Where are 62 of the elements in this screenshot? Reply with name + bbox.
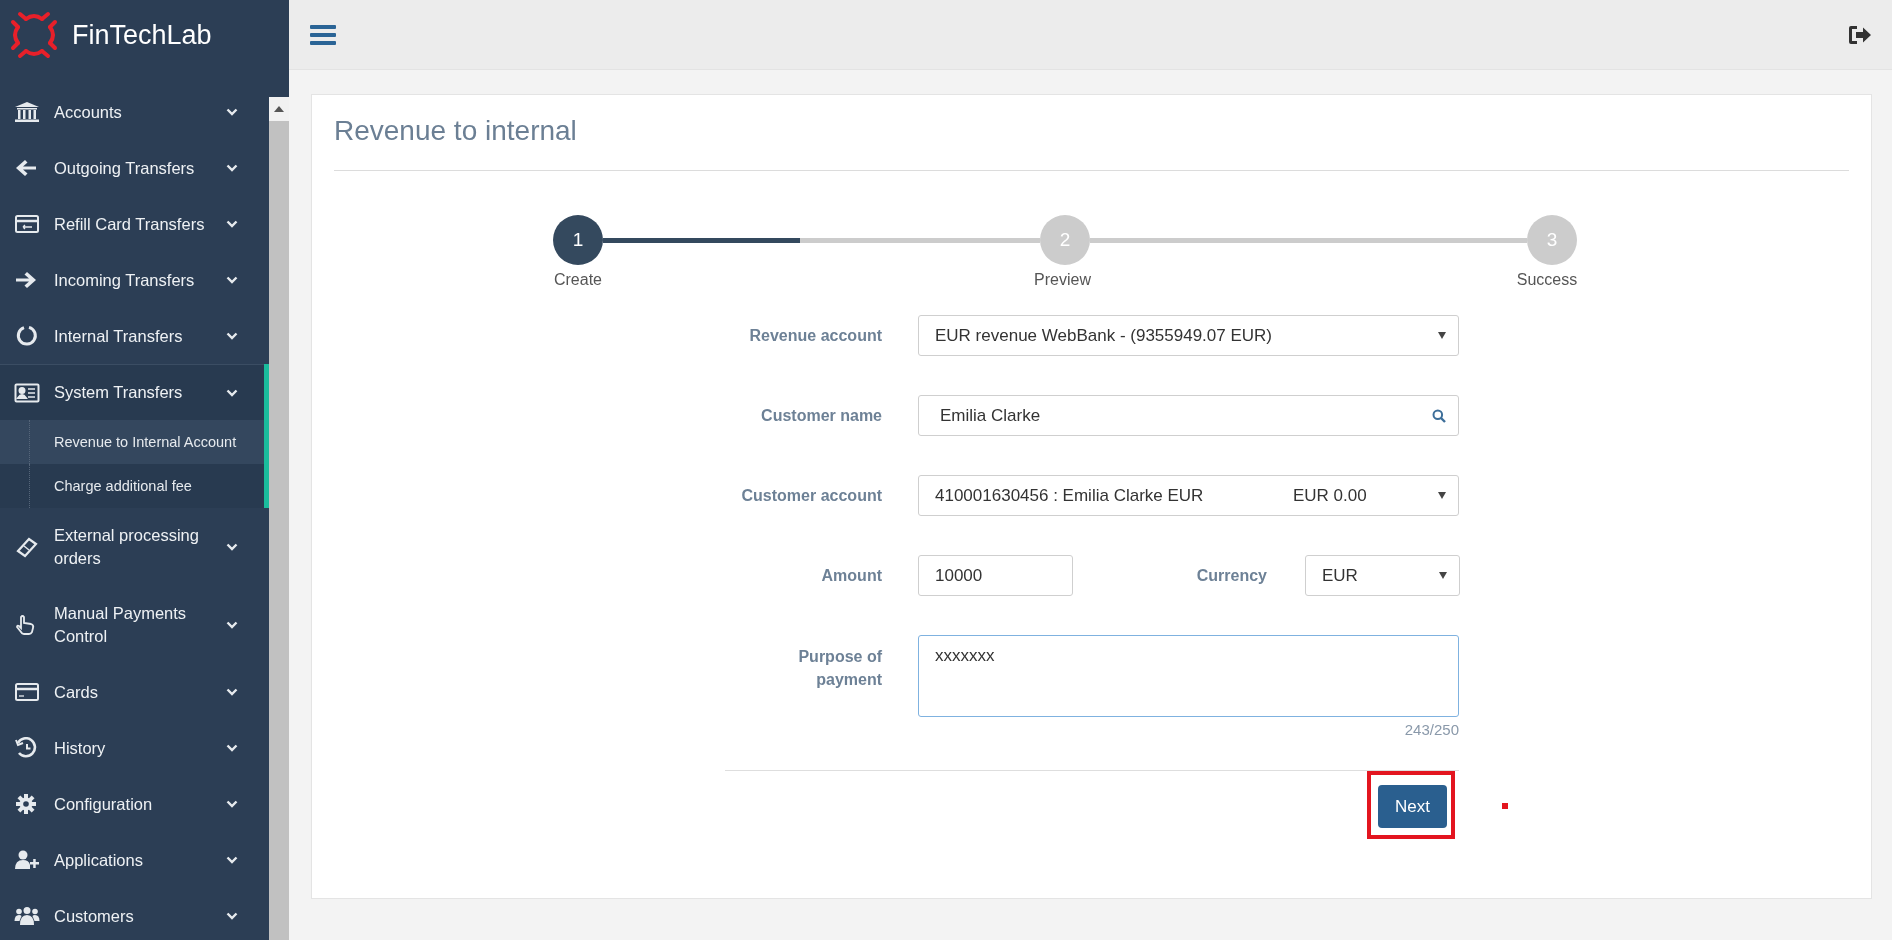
- logout-icon[interactable]: [1848, 24, 1872, 45]
- scroll-up-icon[interactable]: [274, 106, 284, 112]
- field-label: Customer account: [740, 486, 882, 505]
- caret-icon: [1438, 332, 1446, 339]
- character-counter: 243/250: [1403, 721, 1459, 738]
- sidebar-item[interactable]: Customers: [0, 888, 269, 940]
- page-title: Revenue to internal: [334, 114, 578, 148]
- chevron-down-icon: [226, 108, 238, 116]
- chevron-down-icon: [226, 912, 238, 920]
- sidebar-item[interactable]: Refill Card Transfers: [0, 196, 269, 252]
- select-field[interactable]: 410001630456 : Emilia Clarke EUR EUR 0.00: [918, 475, 1459, 516]
- chevron-down-icon: [226, 621, 238, 629]
- users-icon: [14, 905, 40, 927]
- id-card-icon: [14, 381, 40, 404]
- step-label: Preview: [1033, 271, 1092, 289]
- chevron-down-icon: [226, 800, 238, 808]
- field-label: Amount: [820, 566, 882, 585]
- caret-icon: [1438, 492, 1446, 499]
- caret-icon: [1439, 572, 1447, 579]
- currency-select[interactable]: EUR: [1305, 555, 1460, 596]
- chevron-down-icon: [226, 332, 238, 340]
- sidebar-item[interactable]: Manual Payments Control: [0, 586, 269, 664]
- sidebar-item[interactable]: Incoming Transfers: [0, 252, 269, 308]
- field-label: Currency: [1195, 566, 1267, 585]
- sidebar-item[interactable]: Accounts: [0, 84, 269, 140]
- step-label: Create: [553, 271, 603, 289]
- field-label: Revenue account: [748, 326, 882, 345]
- field-label: Purpose of payment: [797, 647, 882, 690]
- card-icon: [14, 681, 40, 703]
- sidebar-item[interactable]: Internal Transfers: [0, 308, 269, 364]
- sidebar-item[interactable]: Cards: [0, 664, 269, 720]
- sidebar-item[interactable]: History: [0, 720, 269, 776]
- chevron-down-icon: [226, 388, 238, 397]
- ticket-icon: [14, 536, 40, 558]
- chevron-down-icon: [226, 220, 238, 228]
- brand-name: FinTechLab: [72, 19, 212, 51]
- search-icon[interactable]: [1432, 408, 1446, 423]
- sidebar-item[interactable]: Applications: [0, 832, 269, 888]
- chevron-down-icon: [226, 164, 238, 172]
- select-field[interactable]: EUR revenue WebBank - (9355949.07 EUR): [918, 315, 1459, 356]
- chevron-down-icon: [226, 744, 238, 752]
- submenu-item[interactable]: Revenue to Internal Account: [0, 420, 264, 464]
- chevron-down-icon: [226, 856, 238, 864]
- sidebar-item[interactable]: External processing orders: [0, 508, 269, 586]
- next-button[interactable]: Next: [1378, 785, 1447, 828]
- menu-icon[interactable]: [310, 23, 336, 46]
- chevron-down-icon: [226, 276, 238, 284]
- user-plus-icon: [14, 849, 40, 871]
- step-label: Success: [1515, 271, 1579, 289]
- logo-icon: [10, 11, 58, 59]
- search-field[interactable]: Emilia Clarke: [918, 395, 1459, 436]
- ring-icon: [14, 325, 40, 347]
- purpose-field[interactable]: xxxxxxx: [918, 635, 1459, 717]
- sidebar-item[interactable]: Configuration: [0, 776, 269, 832]
- field-label: Customer name: [760, 406, 882, 425]
- submenu-item[interactable]: Charge additional fee: [0, 464, 264, 508]
- chevron-down-icon: [226, 543, 238, 551]
- amount-field[interactable]: 10000: [918, 555, 1073, 596]
- step-circle: 1: [553, 215, 603, 265]
- sidebar-item[interactable]: Outgoing Transfers: [0, 140, 269, 196]
- bank-icon: [14, 101, 40, 123]
- chevron-down-icon: [226, 688, 238, 696]
